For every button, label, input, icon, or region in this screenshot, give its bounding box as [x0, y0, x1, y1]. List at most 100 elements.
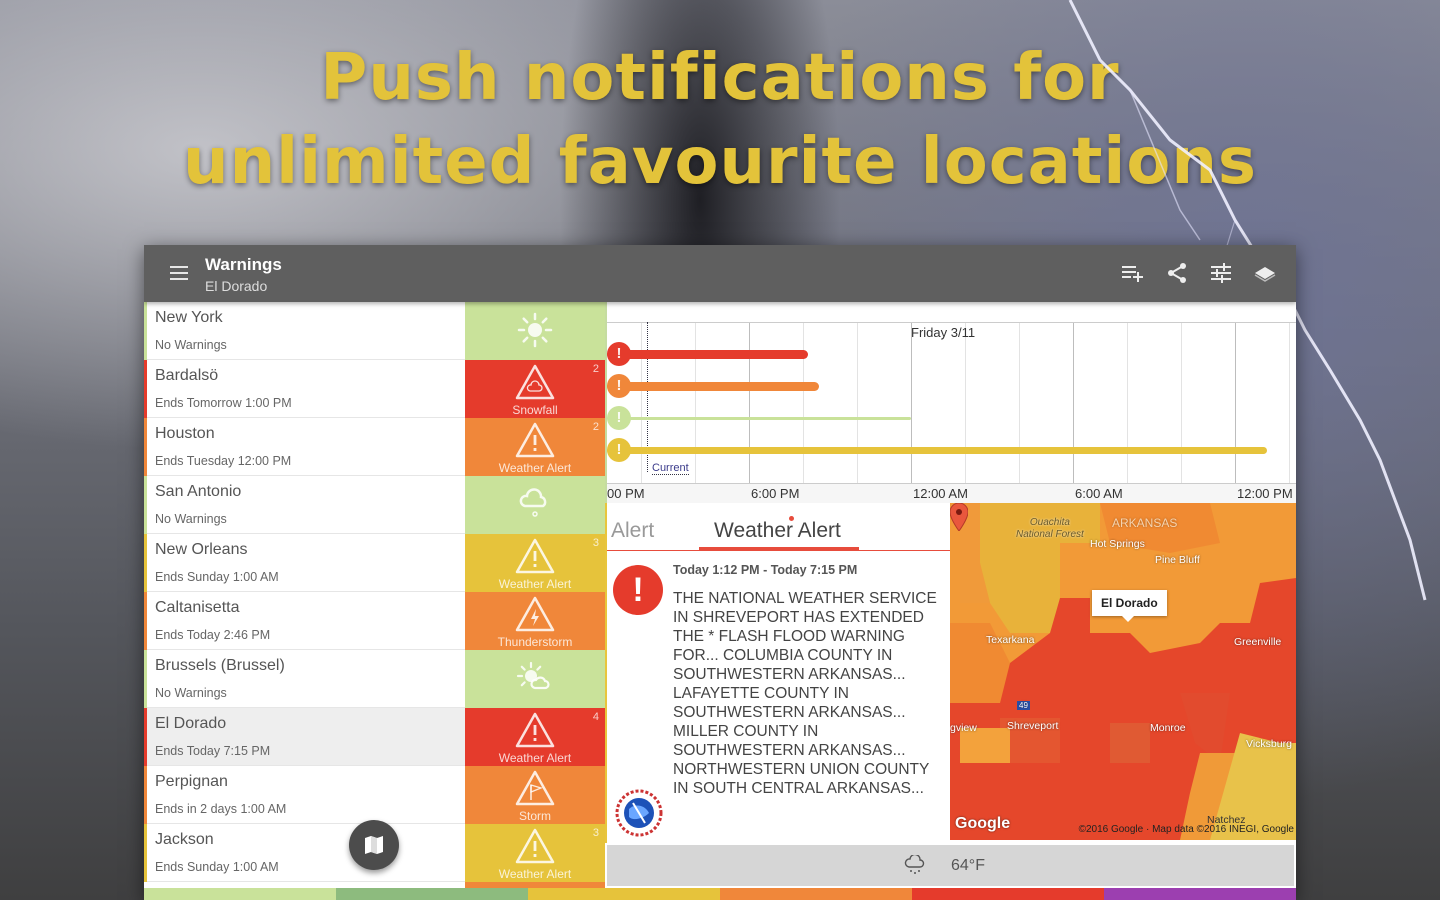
timeline-day-label: Friday 3/11	[911, 325, 976, 340]
map-label-vicksburg: Vicksburg	[1246, 738, 1292, 750]
timeline-minor-gridline	[1127, 323, 1128, 484]
warning-status: Ends Tomorrow 1:00 PM	[155, 396, 292, 410]
warning-tile[interactable]: Weather Alert 3	[465, 824, 605, 882]
severity-strip	[144, 824, 147, 882]
map-label-hot-springs: Hot Springs	[1090, 538, 1145, 550]
tab-indicator	[699, 547, 859, 550]
sun-icon	[515, 312, 555, 348]
severity-strip	[144, 708, 147, 766]
nws-logo-icon	[615, 789, 663, 837]
map-icon	[365, 836, 383, 854]
warning-tile[interactable]	[465, 650, 605, 708]
timeline-tick-label: 6:00 PM	[751, 486, 800, 501]
timeline-major-gridline	[911, 323, 912, 504]
warning-tile[interactable]: Snowfall 2	[465, 360, 605, 418]
warning-duration-bar[interactable]	[607, 381, 819, 391]
warning-marker-icon[interactable]: !	[607, 374, 631, 398]
warning-type-label: Weather Alert	[498, 461, 572, 475]
legend-severity-swatch	[528, 888, 720, 900]
timeline-minor-gridline	[857, 323, 858, 484]
thunderstorm-warning-icon	[515, 596, 555, 632]
map-label-greenville: Greenville	[1234, 636, 1282, 648]
location-list: New York No Warnings Bardalsö Ends Tomorrow…	[144, 302, 605, 900]
warning-type-label: Weather Alert	[498, 751, 572, 765]
location-name: New Orleans	[155, 541, 248, 558]
rain-snow-icon	[904, 855, 925, 874]
warning-status: Ends Today 7:15 PM	[155, 744, 271, 758]
timeline-minor-gridline	[803, 323, 804, 484]
location-name: Houston	[155, 425, 215, 442]
warning-status: No Warnings	[155, 512, 227, 526]
warning-marker-icon[interactable]: !	[607, 406, 631, 430]
warning-tile[interactable]: Thunderstorm	[465, 592, 605, 650]
warning-map[interactable]: Ouachita National Forest ARKANSAS Hot Spr…	[950, 503, 1296, 840]
location-pin-icon[interactable]	[950, 503, 968, 531]
legend-severity-swatch	[720, 888, 912, 900]
toolbar: Warnings El Dorado	[144, 245, 1296, 302]
timeline-tick-label: 6:00 AM	[1075, 486, 1123, 501]
share-icon[interactable]	[1164, 259, 1190, 287]
warning-status: Ends Today 2:46 PM	[155, 628, 271, 642]
severity-strip	[144, 360, 147, 418]
severity-strip	[144, 302, 147, 360]
warning-marker-icon[interactable]: !	[607, 438, 631, 462]
legend-severity-swatch	[912, 888, 1104, 900]
partly-cloudy-icon	[515, 660, 555, 696]
warning-marker-icon[interactable]: !	[607, 342, 631, 366]
warning-status: No Warnings	[155, 338, 227, 352]
warning-tile[interactable]	[465, 302, 605, 360]
google-logo: Google	[955, 815, 1011, 832]
map-label-longview: gview	[950, 722, 977, 734]
map-label-texarkana: Texarkana	[986, 634, 1035, 646]
layers-icon[interactable]	[1252, 259, 1278, 287]
location-name: Brussels (Brussel)	[155, 657, 285, 674]
tab-alert[interactable]: Alert	[611, 519, 654, 543]
location-name: El Dorado	[155, 715, 227, 732]
warning-type-label: Weather Alert	[498, 867, 572, 881]
alert-tabs: Alert Weather Alert	[607, 503, 952, 551]
alert-warning-icon	[515, 422, 555, 458]
timeline-tick-label: 12:00 AM	[913, 486, 968, 501]
warning-tile[interactable]: Weather Alert 2	[465, 418, 605, 476]
map-location-callout[interactable]: El Dorado	[1092, 590, 1167, 622]
map-regions	[950, 503, 1296, 840]
legend-severity-swatch	[336, 888, 528, 900]
timeline-minor-gridline	[695, 323, 696, 484]
warning-tile[interactable]: Weather Alert 4	[465, 708, 605, 766]
warning-duration-bar[interactable]	[607, 416, 911, 420]
warning-count-badge: 3	[592, 537, 599, 549]
warning-duration-bar[interactable]	[607, 349, 808, 359]
warning-status: Ends in 2 days 1:00 AM	[155, 802, 287, 816]
map-label-pine-bluff: Pine Bluff	[1155, 554, 1200, 566]
warning-type-label: Storm	[518, 809, 551, 823]
timeline-minor-gridline	[641, 323, 642, 484]
warning-tile[interactable]: Weather Alert 3	[465, 534, 605, 592]
warning-status: Ends Sunday 1:00 AM	[155, 570, 279, 584]
location-name: San Antonio	[155, 483, 242, 500]
drizzle-icon	[515, 486, 555, 522]
map-copyright: ©2016 Google · Map data ©2016 INEGI, Goo…	[1078, 824, 1294, 835]
warning-duration-bar[interactable]	[607, 446, 1267, 454]
warning-tile[interactable]	[465, 476, 605, 534]
tune-icon[interactable]	[1208, 259, 1234, 287]
timeline-tick-label: 00 PM	[607, 486, 645, 501]
storm-warning-icon	[515, 770, 555, 806]
alert-detail-panel: Alert Weather Alert ! Today 1:12 PM - To…	[605, 503, 952, 843]
alert-exclamation-icon: !	[613, 565, 663, 615]
location-name: Perpignan	[155, 773, 228, 790]
timeline-minor-gridline	[965, 323, 966, 484]
timeline-minor-gridline	[1181, 323, 1182, 484]
tab-weather-alert[interactable]: Weather Alert	[714, 519, 841, 543]
warning-type-label: Snowfall	[512, 403, 558, 417]
warning-tile[interactable]: Storm	[465, 766, 605, 824]
toolbar-title: Warnings	[205, 255, 282, 274]
menu-icon[interactable]	[170, 266, 188, 280]
timeline-tick-label: 12:00 PM	[1237, 486, 1293, 501]
tab-page-dot	[789, 516, 794, 521]
alert-warning-icon	[515, 538, 555, 574]
severity-strip	[144, 418, 147, 476]
add-to-list-icon[interactable]	[1120, 259, 1146, 287]
alert-time-range: Today 1:12 PM - Today 7:15 PM	[673, 563, 858, 577]
warning-count-badge: 2	[592, 421, 599, 433]
map-fab-button[interactable]	[349, 820, 399, 870]
